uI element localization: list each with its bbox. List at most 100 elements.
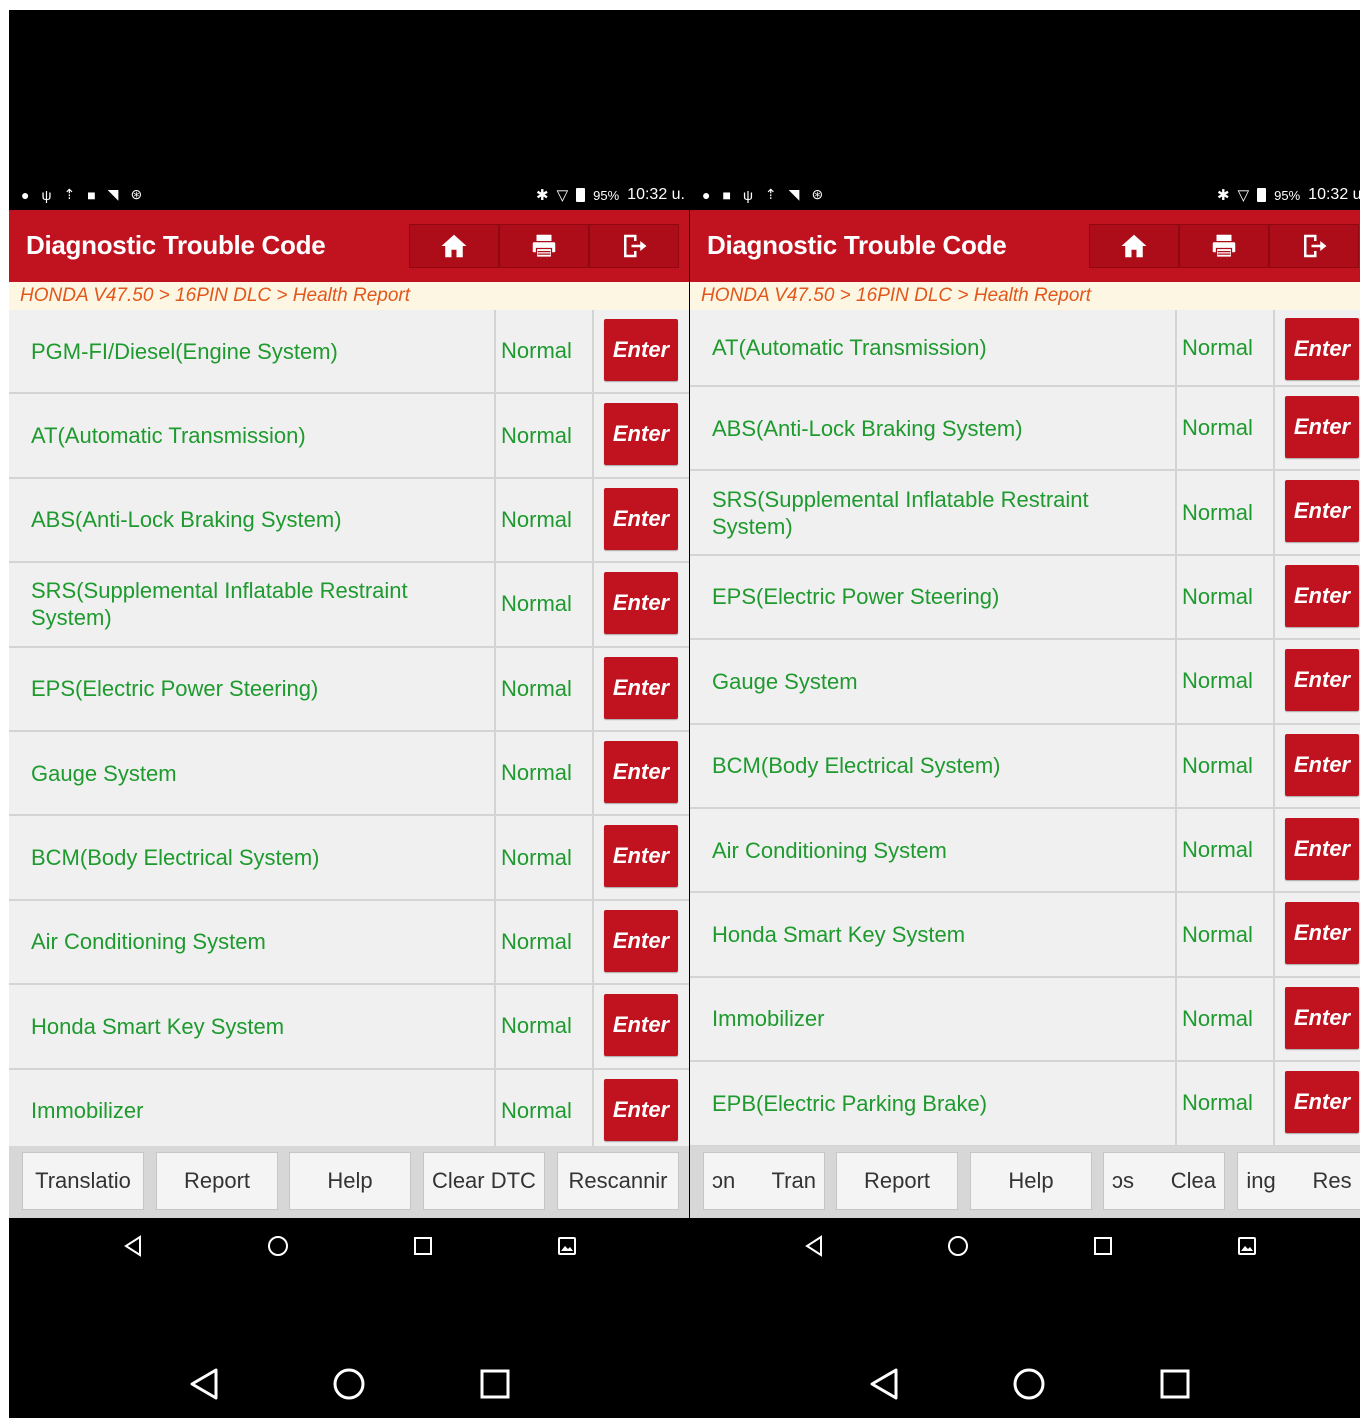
system-row: ABS(Anti-Lock Braking System) Normal Enter: [690, 387, 1360, 472]
rescanning-button[interactable]: ing Res: [1237, 1152, 1360, 1210]
system-name: ABS(Anti-Lock Braking System): [712, 415, 1023, 441]
system-row: EPB(Electric Parking Brake) Normal Enter: [690, 1062, 1360, 1146]
home-button[interactable]: [409, 224, 499, 268]
location-icon: ●: [21, 186, 30, 203]
enter-button[interactable]: Enter: [604, 487, 678, 550]
enter-button[interactable]: Enter: [1285, 564, 1359, 627]
enter-button[interactable]: Enter: [604, 740, 678, 803]
enter-button[interactable]: Enter: [604, 403, 678, 466]
system-row: AT(Automatic Transmission) Normal Enter: [690, 310, 1360, 387]
battery-icon: [576, 188, 586, 202]
enter-button[interactable]: Enter: [1285, 318, 1359, 380]
breadcrumb: HONDA V47.50 > 16PIN DLC > Health Report: [9, 282, 689, 310]
screenshot-icon[interactable]: [556, 1234, 578, 1258]
back-icon[interactable]: [866, 1364, 902, 1404]
report-button[interactable]: Report: [156, 1152, 278, 1210]
system-row: BCM(Body Electrical System) Normal Enter: [9, 816, 689, 901]
system-name: EPS(Electric Power Steering): [712, 584, 1000, 610]
battery-percent: 95%: [593, 187, 620, 203]
system-status: Normal: [501, 338, 572, 364]
system-name: EPS(Electric Power Steering): [31, 676, 319, 702]
enter-button[interactable]: Enter: [1285, 480, 1359, 543]
enter-button[interactable]: Enter: [1285, 986, 1359, 1049]
system-row: Air Conditioning System Normal Enter: [9, 900, 689, 986]
help-button[interactable]: Help: [289, 1152, 411, 1210]
system-status: Normal: [501, 760, 572, 786]
system-name: Honda Smart Key System: [31, 1013, 285, 1039]
image-icon: ■: [722, 186, 731, 203]
clock: 10:32 u.: [627, 186, 685, 203]
back-icon[interactable]: [122, 1234, 144, 1258]
clear-dtc-button[interactable]: Clear DTC: [423, 1152, 545, 1210]
recents-icon[interactable]: [412, 1234, 434, 1258]
system-row: Immobilizer Normal Enter: [690, 977, 1360, 1063]
enter-button[interactable]: Enter: [1285, 733, 1359, 796]
screenshot-icon[interactable]: [1236, 1234, 1258, 1258]
system-row: EPS(Electric Power Steering) Normal Enter: [690, 555, 1360, 641]
enter-button[interactable]: Enter: [604, 1078, 678, 1141]
enter-button[interactable]: Enter: [604, 656, 678, 719]
home-circle-icon[interactable]: [946, 1234, 970, 1258]
bluetooth-icon: ✱: [536, 187, 549, 204]
home-circle-icon[interactable]: [266, 1234, 290, 1258]
system-row: Immobilizer Normal Enter: [9, 1069, 689, 1146]
usb-icon: ψ: [742, 186, 753, 203]
print-button[interactable]: [499, 224, 589, 268]
system-row: SRS(Supplemental Inflatable Restraint Sy…: [9, 563, 689, 648]
home-circle-icon[interactable]: [331, 1364, 367, 1404]
enter-button[interactable]: Enter: [604, 319, 678, 381]
system-name: ABS(Anti-Lock Braking System): [31, 507, 342, 533]
system-name: BCM(Body Electrical System): [31, 845, 320, 871]
enter-button[interactable]: Enter: [604, 825, 678, 888]
system-row: Air Conditioning System Normal Enter: [690, 808, 1360, 894]
system-row: Gauge System Normal Enter: [9, 731, 689, 817]
system-status: Normal: [1182, 499, 1253, 525]
image-icon: ■: [87, 186, 96, 203]
breadcrumb: HONDA V47.50 > 16PIN DLC > Health Report: [690, 282, 1360, 310]
translation-button[interactable]: ɔn Tran: [703, 1152, 825, 1210]
translation-button[interactable]: Translatio: [22, 1152, 144, 1210]
enter-button[interactable]: Enter: [1285, 817, 1359, 880]
enter-button[interactable]: Enter: [1285, 649, 1359, 712]
enter-button[interactable]: Enter: [604, 994, 678, 1057]
screenshot-frame: ● ψ ⇡ ■ ◥ ⊛ ✱ ▽ 95% 10:32 u. Diagnostic …: [9, 10, 1360, 1418]
enter-button[interactable]: Enter: [604, 909, 678, 972]
system-name: Immobilizer: [712, 1006, 825, 1032]
exit-button[interactable]: [589, 224, 679, 268]
rescanning-button[interactable]: Rescannir: [557, 1152, 679, 1210]
help-button[interactable]: Help: [970, 1152, 1092, 1210]
system-name: Air Conditioning System: [31, 929, 266, 955]
print-button[interactable]: [1179, 224, 1269, 268]
enter-button[interactable]: Enter: [1285, 396, 1359, 458]
system-row: Honda Smart Key System Normal Enter: [690, 893, 1360, 978]
clear-dtc-button[interactable]: ↄs Clea: [1103, 1152, 1225, 1210]
wifi-icon: ◥: [788, 186, 800, 202]
system-status: Normal: [1182, 334, 1253, 360]
system-name: BCM(Body Electrical System): [712, 753, 1001, 779]
status-right: ✱ ▽ 95% 10:32 u.: [536, 186, 685, 204]
system-name: Gauge System: [712, 668, 858, 694]
system-row: AT(Automatic Transmission) Normal Enter: [9, 394, 689, 479]
system-navbar: [690, 1364, 1360, 1418]
battery-percent: 95%: [1274, 187, 1301, 203]
system-row: Gauge System Normal Enter: [690, 640, 1360, 725]
enter-button[interactable]: Enter: [1285, 902, 1359, 965]
report-button[interactable]: Report: [836, 1152, 958, 1210]
page-title: Diagnostic Trouble Code: [26, 230, 326, 260]
usb-icon: ψ: [41, 186, 52, 203]
home-button[interactable]: [1089, 224, 1179, 268]
enter-button[interactable]: Enter: [604, 572, 678, 635]
bluetooth-icon: ✱: [1217, 187, 1230, 204]
recents-icon[interactable]: [477, 1364, 513, 1404]
enter-button[interactable]: Enter: [1285, 1071, 1359, 1134]
exit-button[interactable]: [1269, 224, 1359, 268]
system-list: PGM-FI/Diesel(Engine System) Normal Enter …: [9, 310, 689, 1146]
recents-icon[interactable]: [1157, 1364, 1193, 1404]
bluetooth-circle-icon: ⊛: [811, 186, 824, 202]
recents-icon[interactable]: [1092, 1234, 1114, 1258]
home-circle-icon[interactable]: [1011, 1364, 1047, 1404]
back-icon[interactable]: [803, 1234, 825, 1258]
print-icon: [1212, 234, 1236, 258]
back-icon[interactable]: [186, 1364, 222, 1404]
home-icon: [441, 234, 467, 258]
